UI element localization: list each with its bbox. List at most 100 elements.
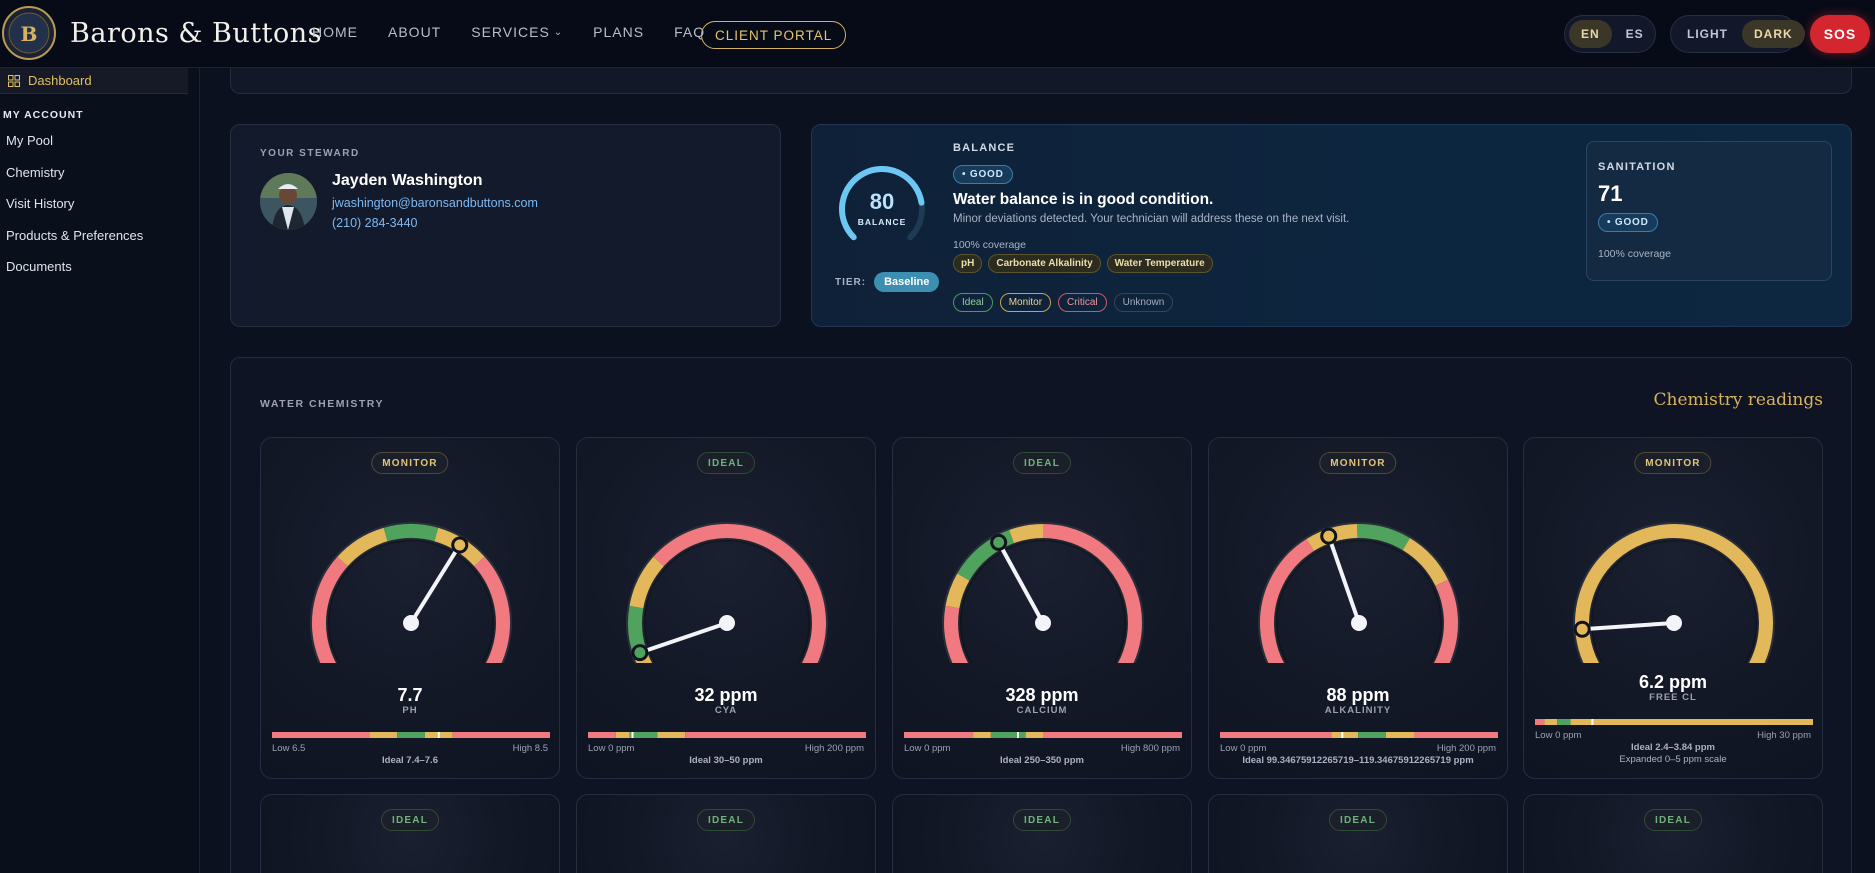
balance-card: 80 BALANCE TIER: Baseline BALANCE • GOOD…: [811, 124, 1852, 327]
gauge-value: 32 ppm: [694, 685, 758, 705]
range-high: High 800 ppm: [1120, 743, 1180, 754]
main-nav: HOME ABOUT SERVICES ⌄ PLANS FAQ: [312, 24, 735, 40]
range-bar-segment: [1331, 732, 1359, 738]
range-bar: [588, 732, 866, 738]
steward-email-link[interactable]: jwashington@baronsandbuttons.com: [332, 196, 538, 210]
status-badge: IDEAL: [1013, 452, 1071, 474]
range-low: Low 0 ppm: [1535, 730, 1582, 741]
gauge-needle: [996, 540, 1045, 625]
gauge-label: FREE CL: [1649, 692, 1697, 703]
deviation-tag: Water Temperature: [1106, 254, 1213, 273]
gauge-marker: [451, 536, 469, 554]
range-bar: [1220, 732, 1498, 738]
gauge-card[interactable]: IDEAL: [260, 794, 560, 873]
range-bar-marker: [1016, 732, 1019, 738]
gauge-marker: [990, 533, 1008, 551]
client-portal-button[interactable]: CLIENT PORTAL: [701, 21, 847, 49]
gauge-value: 328 ppm: [1005, 685, 1079, 705]
gauge-card[interactable]: IDEAL: [1523, 794, 1823, 873]
sidebar-item-dashboard[interactable]: Dashboard: [0, 68, 188, 94]
theme-option-dark[interactable]: DARK: [1742, 20, 1805, 48]
nav-home[interactable]: HOME: [312, 24, 358, 40]
status-badge: MONITOR: [1634, 452, 1712, 474]
gauge-segment: [337, 527, 388, 567]
gauge-card[interactable]: IDEAL: [1208, 794, 1508, 873]
range-bar-segment: [1385, 732, 1415, 738]
sos-button[interactable]: SOS: [1810, 15, 1870, 53]
sidebar-item-label: Dashboard: [28, 73, 92, 88]
sidebar-item-visit-history[interactable]: Visit History: [6, 196, 74, 211]
tier-label: TIER:: [835, 276, 867, 288]
svg-text:B: B: [21, 22, 38, 46]
chemistry-readings-link[interactable]: Chemistry readings: [1654, 390, 1823, 410]
range-bar: [1535, 719, 1813, 725]
range-bar-segment: [1535, 719, 1545, 725]
steward-eyebrow: YOUR STEWARD: [260, 148, 360, 159]
status-badge: IDEAL: [1013, 809, 1071, 831]
sidebar-item-documents[interactable]: Documents: [6, 259, 72, 274]
water-chemistry-section: WATER CHEMISTRY Chemistry readings MONIT…: [230, 357, 1852, 873]
range-bar-segment: [1414, 732, 1498, 738]
gauge-card[interactable]: IDEAL 32 ppm CYA Low 0 ppm High 200 ppm Ideal…: [576, 437, 876, 779]
range-bar-segment: [1220, 732, 1332, 738]
gauge-hub: [403, 615, 419, 631]
theme-option-light[interactable]: LIGHT: [1675, 20, 1740, 48]
range-bar-segment: [588, 732, 616, 738]
range-low: Low 6.5: [272, 743, 306, 754]
brand-name[interactable]: Barons & Buttons: [70, 18, 322, 49]
gauge-card[interactable]: IDEAL: [576, 794, 876, 873]
range-bar-segment: [685, 732, 866, 738]
sanitation-title: SANITATION: [1598, 161, 1676, 173]
legend-monitor: Monitor: [999, 293, 1052, 312]
steward-card: YOUR STEWARD Jayden Washington jwashingt…: [230, 124, 781, 327]
range-bar-marker: [631, 732, 634, 738]
language-toggle: EN ES: [1564, 15, 1656, 53]
range-high: High 200 ppm: [1436, 743, 1496, 754]
gauge-card[interactable]: IDEAL 328 ppm CALCIUM Low 0 ppm High 800 ppm…: [892, 437, 1192, 779]
range-bar-segment: [1025, 732, 1044, 738]
status-badge: IDEAL: [697, 452, 755, 474]
gauge-dial: [1573, 522, 1775, 663]
status-legend: Ideal Monitor Critical Unknown: [953, 293, 1174, 312]
gauge-dial: [626, 522, 828, 663]
gauge-card[interactable]: MONITOR 88 ppm ALKALINITY Low 0 ppm High 200…: [1208, 437, 1508, 779]
chemistry-eyebrow: WATER CHEMISTRY: [260, 398, 384, 410]
sanitation-panel: SANITATION 71 • GOOD 100% coverage: [1586, 141, 1832, 281]
gauge-label: ALKALINITY: [1324, 705, 1392, 716]
sidebar-item-my-pool[interactable]: My Pool: [6, 133, 53, 148]
nav-services[interactable]: SERVICES ⌄: [471, 24, 563, 40]
gauge-value: 88 ppm: [1326, 685, 1390, 705]
sidebar: Dashboard MY ACCOUNT My Pool Chemistry V…: [0, 68, 200, 873]
gauge-marker: [631, 644, 649, 662]
gauge-segment: [383, 524, 439, 542]
tier-row: TIER: Baseline: [835, 272, 940, 292]
balance-score-ring: 80 BALANCE: [839, 166, 925, 241]
sidebar-item-chemistry[interactable]: Chemistry: [6, 165, 65, 180]
range-bar-segment: [452, 732, 550, 738]
crest-logo-icon[interactable]: B: [2, 4, 56, 62]
range-high: High 30 ppm: [1757, 730, 1811, 741]
deviation-tags: pH Carbonate Alkalinity Water Temperatur…: [953, 254, 1213, 273]
balance-score-label: BALANCE: [858, 217, 907, 227]
gauge-needle: [637, 621, 729, 655]
range-bar-segment: [1570, 719, 1813, 725]
language-option-es[interactable]: ES: [1614, 20, 1656, 48]
gauge-hub: [1666, 615, 1682, 631]
nav-plans[interactable]: PLANS: [593, 24, 644, 40]
gauge-segment: [1009, 524, 1044, 544]
status-badge: IDEAL: [697, 809, 755, 831]
sidebar-item-products-preferences[interactable]: Products & Preferences: [6, 228, 143, 243]
range-bar: [904, 732, 1182, 738]
ideal-range: Ideal 250–350 ppm: [1000, 755, 1084, 766]
gauge-card[interactable]: IDEAL: [892, 794, 1192, 873]
balance-score-value: 80: [870, 189, 894, 214]
ideal-range: Ideal 30–50 ppm: [689, 755, 763, 766]
sidebar-section-title: MY ACCOUNT: [3, 109, 84, 121]
range-high: High 200 ppm: [804, 743, 864, 754]
gauge-card[interactable]: MONITOR 7.7 PH Low 6.5 High 8.5 Ideal 7.4–7.6: [260, 437, 560, 779]
previous-card-edge: [230, 68, 1852, 94]
language-option-en[interactable]: EN: [1569, 20, 1612, 48]
nav-about[interactable]: ABOUT: [388, 24, 441, 40]
steward-phone-link[interactable]: (210) 284-3440: [332, 216, 417, 230]
gauge-card[interactable]: MONITOR 6.2 ppm FREE CL Low 0 ppm High 30 pp…: [1523, 437, 1823, 779]
